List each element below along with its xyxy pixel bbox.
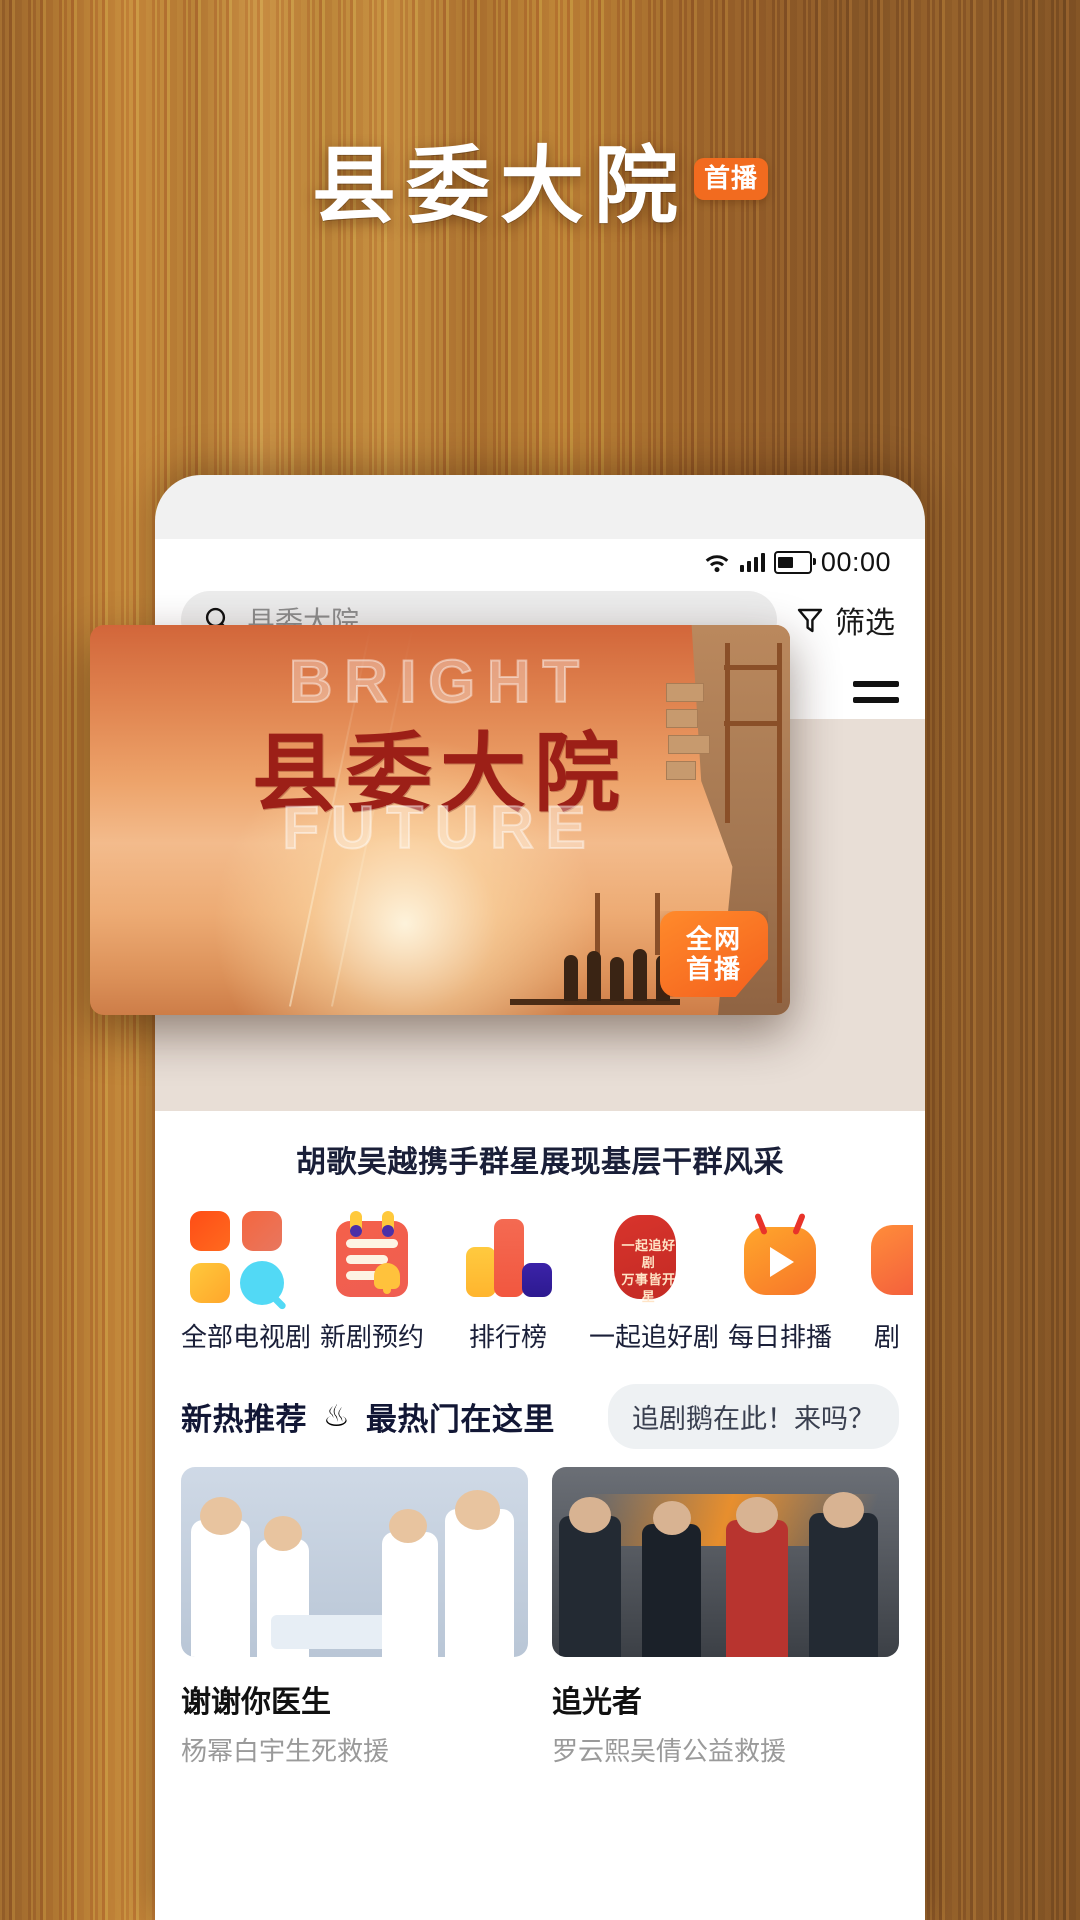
battery-icon xyxy=(773,550,816,574)
card-title: 追光者 xyxy=(552,1686,642,1719)
calendar-bell-icon xyxy=(326,1211,418,1303)
poster-crowd-silhouette xyxy=(564,949,670,1001)
quicknav-item-watch-together[interactable]: 一起追好剧 万事皆开星 一起追好剧 xyxy=(589,1211,720,1354)
quicknav-item-partial[interactable]: 剧 xyxy=(861,1211,913,1354)
card-subtitle: 罗云熙吴倩公益救援 xyxy=(552,1736,787,1766)
card-thumbnail xyxy=(552,1467,899,1657)
poster-badge-line2: 首播 xyxy=(685,954,742,984)
featured-poster[interactable]: BRIGHT 县委大院 FUTURE 全网 首播 xyxy=(90,625,790,1015)
quicknav-item-ranking[interactable]: 排行榜 xyxy=(453,1211,563,1354)
card-subtitle: 杨幂白宇生死救援 xyxy=(181,1736,390,1766)
signal-icon xyxy=(739,552,765,572)
filter-icon xyxy=(797,608,823,633)
hero-title-block: 县委大院 首播 xyxy=(0,140,1080,232)
poster-badge-line1: 全网 xyxy=(685,924,742,954)
card-item[interactable]: 谢谢你医生 杨幂白宇生死救援 xyxy=(181,1467,528,1768)
hero-title: 县委大院 xyxy=(311,139,688,233)
quicknav-item-all-dramas[interactable]: 全部电视剧 xyxy=(181,1211,312,1354)
quicknav-label: 全部电视剧 xyxy=(181,1322,312,1352)
status-bar: 00:00 xyxy=(155,539,925,585)
grid-search-icon xyxy=(190,1211,284,1305)
hot-section-header: 新热推荐 ♨ 最热门在这里 追剧鹅在此！来吗？ xyxy=(155,1354,925,1467)
quicknav-item-new-drama-booking[interactable]: 新剧预约 xyxy=(317,1211,427,1354)
quicknav-item-daily-schedule[interactable]: 每日排播 xyxy=(725,1211,835,1354)
hot-section-title: 新热推荐 xyxy=(181,1402,307,1437)
wifi-icon xyxy=(705,555,729,573)
bar-chart-icon xyxy=(462,1211,554,1303)
card-title: 谢谢你医生 xyxy=(181,1686,331,1719)
partial-icon xyxy=(861,1211,913,1303)
hot-section-subtitle: 最热门在这里 xyxy=(365,1402,555,1437)
quicknav-label: 新剧预约 xyxy=(319,1322,424,1352)
card-item[interactable]: 追光者 罗云熙吴倩公益救援 xyxy=(552,1467,899,1768)
quicknav-label: 每日排播 xyxy=(727,1322,832,1352)
red-poster-icon: 一起追好剧 万事皆开星 xyxy=(598,1211,690,1304)
card-thumbnail xyxy=(181,1467,528,1657)
status-clock: 00:00 xyxy=(820,546,891,577)
hero-premiere-badge: 首播 xyxy=(694,158,769,200)
quicknav-label: 排行榜 xyxy=(468,1322,547,1352)
quicknav-label: 剧 xyxy=(873,1322,900,1352)
quicknav-label: 一起追好剧 xyxy=(589,1322,720,1352)
quick-nav-row: 全部电视剧 新剧预约 排行榜 一起追好剧 万事皆开星 一起追好剧 每日排播 剧 xyxy=(155,1203,925,1354)
hot-spring-icon: ♨ xyxy=(323,1400,350,1433)
hot-section-pill[interactable]: 追剧鹅在此！来吗？ xyxy=(608,1384,899,1449)
tv-play-icon xyxy=(734,1211,826,1303)
recommendation-cards: 谢谢你医生 杨幂白宇生死救援 追光者 罗云熙吴倩公益救援 xyxy=(155,1467,925,1768)
hamburger-menu-icon[interactable] xyxy=(843,681,899,703)
banner-caption: 胡歌吴越携手群星展现基层干群风采 xyxy=(155,1111,925,1203)
filter-label: 筛选 xyxy=(835,607,895,640)
poster-title-en-bottom: FUTURE xyxy=(281,793,598,862)
filter-button[interactable]: 筛选 xyxy=(795,598,899,642)
